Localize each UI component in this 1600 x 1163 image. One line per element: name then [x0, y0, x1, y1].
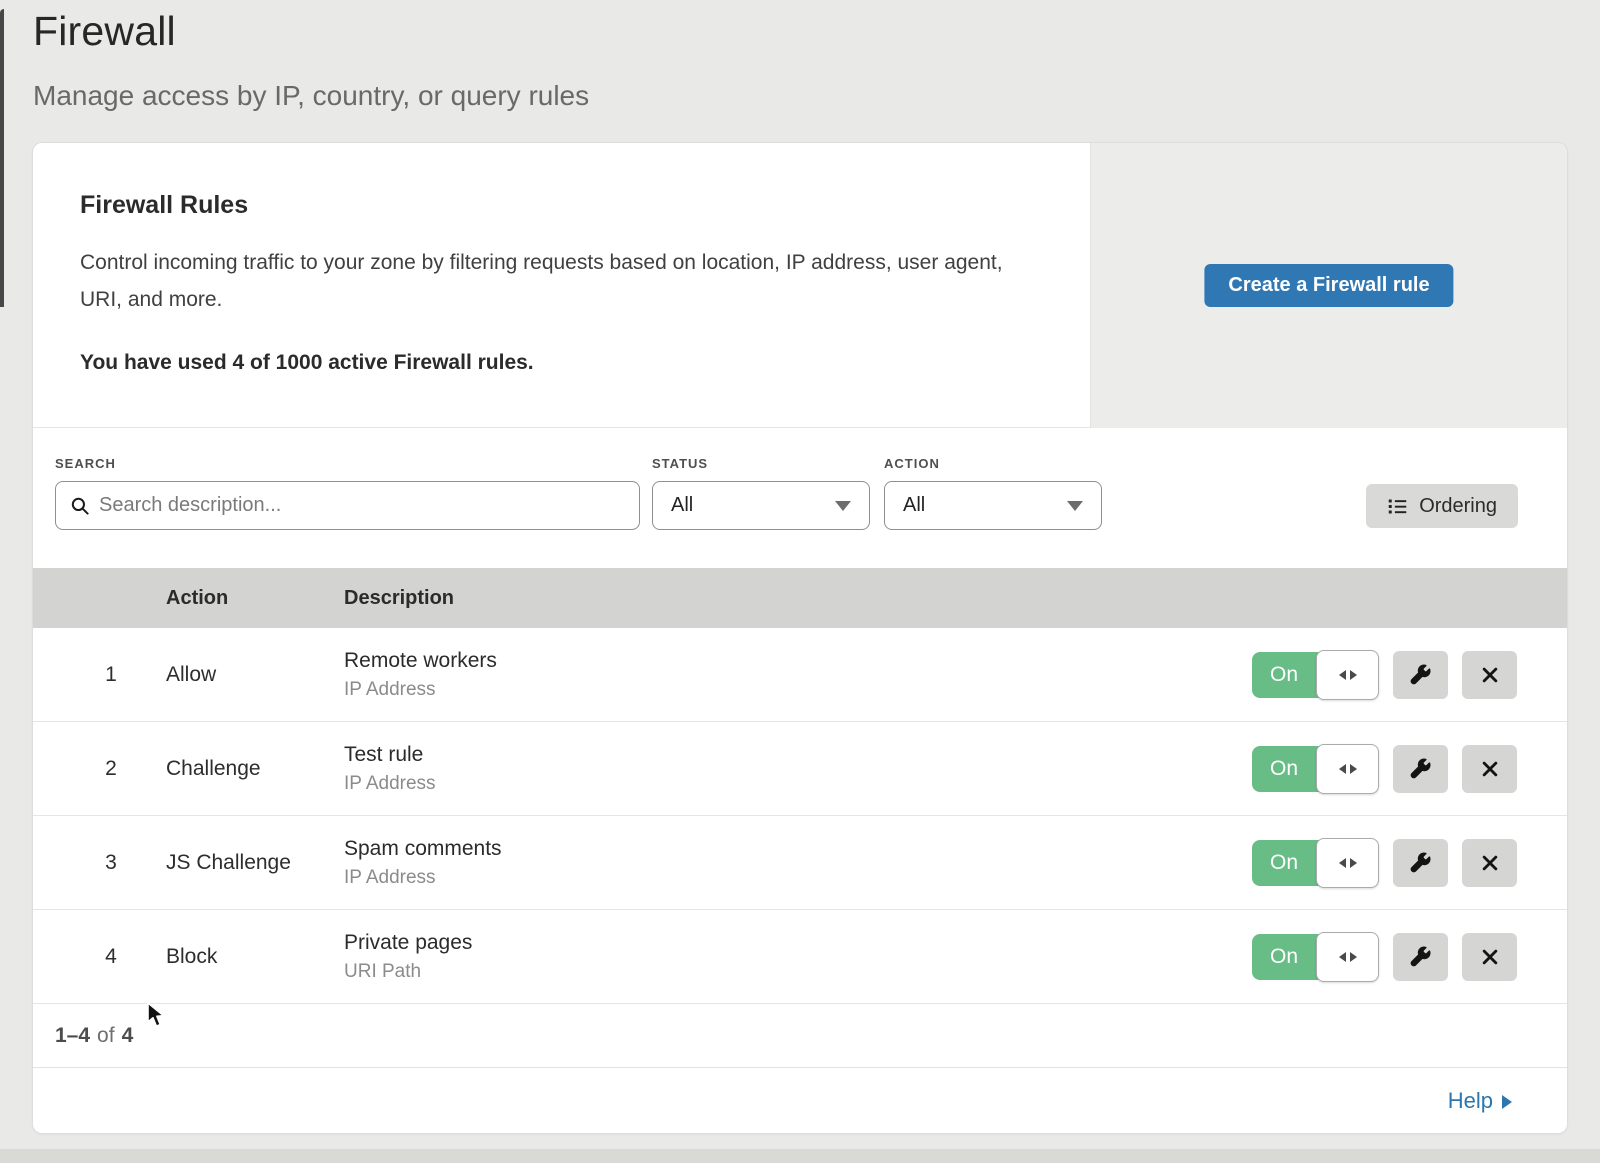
table-row: 4 Block Private pages URI Path On: [33, 910, 1567, 1004]
drag-arrows-icon[interactable]: [1316, 932, 1379, 982]
delete-rule-button[interactable]: [1462, 651, 1517, 699]
close-icon: [1480, 853, 1500, 873]
window-left-edge: [0, 9, 4, 307]
help-link-label: Help: [1448, 1088, 1493, 1114]
action-select[interactable]: All: [884, 481, 1102, 530]
rule-priority: 4: [88, 945, 134, 969]
table-row: 3 JS Challenge Spam comments IP Address …: [33, 816, 1567, 910]
column-header-description: Description: [344, 568, 454, 628]
column-header-action: Action: [166, 568, 228, 628]
rules-table-body: 1 Allow Remote workers IP Address On: [33, 628, 1567, 1004]
drag-arrows-icon[interactable]: [1316, 744, 1379, 794]
edit-rule-button[interactable]: [1393, 839, 1448, 887]
rule-match-type: URI Path: [344, 961, 472, 983]
rule-priority: 3: [88, 851, 134, 875]
rule-description: Test rule: [344, 743, 436, 767]
action-label: ACTION: [884, 456, 940, 471]
edit-rule-button[interactable]: [1393, 745, 1448, 793]
close-icon: [1480, 947, 1500, 967]
delete-rule-button[interactable]: [1462, 839, 1517, 887]
create-rule-panel: Create a Firewall rule: [1090, 143, 1567, 428]
page-subtitle: Manage access by IP, country, or query r…: [33, 80, 589, 112]
firewall-rules-description: Control incoming traffic to your zone by…: [80, 244, 1025, 318]
rule-description: Spam comments: [344, 837, 502, 861]
drag-arrows-icon[interactable]: [1316, 838, 1379, 888]
page-title: Firewall: [33, 8, 176, 55]
edit-rule-button[interactable]: [1393, 933, 1448, 981]
table-row: 2 Challenge Test rule IP Address On: [33, 722, 1567, 816]
rule-action: Challenge: [166, 757, 261, 781]
delete-rule-button[interactable]: [1462, 745, 1517, 793]
close-icon: [1480, 759, 1500, 779]
edit-rule-button[interactable]: [1393, 651, 1448, 699]
rule-action: Allow: [166, 663, 216, 687]
rule-enabled-toggle[interactable]: On: [1252, 934, 1378, 980]
rule-enabled-toggle[interactable]: On: [1252, 746, 1378, 792]
rule-match-type: IP Address: [344, 773, 436, 795]
drag-arrows-icon[interactable]: [1316, 650, 1379, 700]
status-label: STATUS: [652, 456, 708, 471]
wrench-icon: [1409, 757, 1432, 780]
rule-action: Block: [166, 945, 217, 969]
rule-enabled-toggle[interactable]: On: [1252, 840, 1378, 886]
rule-match-type: IP Address: [344, 679, 497, 701]
rule-description: Private pages: [344, 931, 472, 955]
search-input[interactable]: [99, 494, 625, 517]
firewall-rules-heading: Firewall Rules: [80, 191, 1040, 220]
help-row: Help: [33, 1068, 1567, 1133]
search-box[interactable]: [55, 481, 640, 530]
wrench-icon: [1409, 851, 1432, 874]
delete-rule-button[interactable]: [1462, 933, 1517, 981]
toggle-on-label: On: [1252, 746, 1316, 792]
status-select-value: All: [671, 494, 693, 517]
table-header: Action Description: [33, 568, 1567, 628]
table-row: 1 Allow Remote workers IP Address On: [33, 628, 1567, 722]
firewall-panel: Create a Firewall rule Firewall Rules Co…: [33, 143, 1567, 1133]
chevron-down-icon: [835, 501, 851, 511]
list-icon: [1387, 496, 1408, 517]
pagination-total: 4: [122, 1024, 134, 1048]
ordering-button-label: Ordering: [1419, 495, 1497, 518]
rule-priority: 2: [88, 757, 134, 781]
search-icon: [70, 496, 90, 516]
chevron-right-icon: [1502, 1095, 1512, 1109]
search-label: SEARCH: [55, 456, 116, 471]
pagination-of: of: [97, 1024, 115, 1048]
pagination-range: 1–4: [55, 1024, 90, 1048]
firewall-rules-intro-section: Create a Firewall rule Firewall Rules Co…: [33, 143, 1567, 428]
firewall-rules-usage: You have used 4 of 1000 active Firewall …: [80, 351, 1040, 375]
rule-action: JS Challenge: [166, 851, 291, 875]
rule-match-type: IP Address: [344, 867, 502, 889]
close-icon: [1480, 665, 1500, 685]
wrench-icon: [1409, 663, 1432, 686]
help-link[interactable]: Help: [1448, 1088, 1512, 1114]
window-bottom-edge: [0, 1149, 1600, 1163]
status-select[interactable]: All: [652, 481, 870, 530]
ordering-button[interactable]: Ordering: [1366, 484, 1518, 528]
toggle-on-label: On: [1252, 652, 1316, 698]
create-firewall-rule-button[interactable]: Create a Firewall rule: [1204, 264, 1453, 307]
rule-enabled-toggle[interactable]: On: [1252, 652, 1378, 698]
pagination-row: 1–4 of 4: [33, 1004, 1567, 1068]
rule-description: Remote workers: [344, 649, 497, 673]
wrench-icon: [1409, 945, 1432, 968]
toggle-on-label: On: [1252, 934, 1316, 980]
rule-priority: 1: [88, 663, 134, 687]
toggle-on-label: On: [1252, 840, 1316, 886]
action-select-value: All: [903, 494, 925, 517]
chevron-down-icon: [1067, 501, 1083, 511]
